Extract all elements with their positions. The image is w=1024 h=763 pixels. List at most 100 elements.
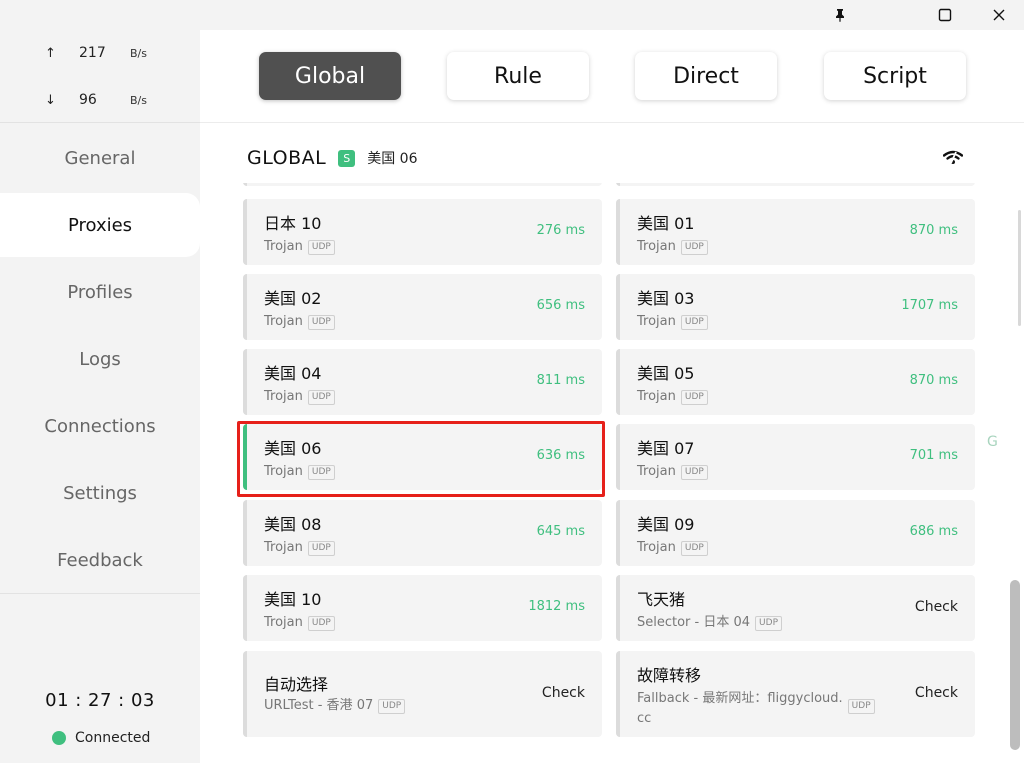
- scrollbar-thumb[interactable]: [1010, 580, 1020, 750]
- proxy-type: Trojan UDP: [637, 312, 708, 332]
- proxy-type: URLTest - 香港 07 UDP: [264, 696, 406, 716]
- nav-logs[interactable]: Logs: [0, 327, 200, 391]
- proxy-type-line2: cc: [637, 711, 652, 726]
- udp-badge: UDP: [307, 615, 335, 631]
- proxy-delay[interactable]: 656 ms: [537, 298, 585, 313]
- download-value: 96: [79, 92, 97, 108]
- proxy-delay[interactable]: 276 ms: [537, 223, 585, 238]
- proxy-type: Trojan UDP: [637, 237, 708, 257]
- proxy-card[interactable]: 美国 09 Trojan UDP 686 ms: [616, 500, 975, 566]
- proxy-card[interactable]: 美国 07 Trojan UDP 701 ms: [616, 424, 975, 490]
- proxy-type-label: Selector - 日本 04: [637, 615, 751, 630]
- status-label: Connected: [75, 730, 151, 746]
- udp-badge: UDP: [307, 314, 335, 330]
- proxy-card[interactable]: 美国 05 Trojan UDP 870 ms: [616, 349, 975, 415]
- traffic-monitor: ↑ 217 B/s ↓ 96 B/s: [0, 30, 200, 123]
- proxy-name: 美国 03: [637, 289, 695, 308]
- udp-badge: UDP: [680, 314, 708, 330]
- proxy-type-label: Trojan: [637, 239, 676, 254]
- proxy-delay[interactable]: 1707 ms: [901, 298, 958, 313]
- proxy-type-label: Trojan: [264, 540, 303, 555]
- connection-status: Connected: [52, 730, 150, 746]
- mode-global-button[interactable]: Global: [259, 52, 401, 100]
- proxy-card[interactable]: 美国 04 Trojan UDP 811 ms: [243, 349, 602, 415]
- nav-feedback[interactable]: Feedback: [0, 528, 200, 592]
- proxy-delay[interactable]: 645 ms: [537, 524, 585, 539]
- proxy-delay[interactable]: 870 ms: [910, 373, 958, 388]
- card-indicator: [243, 500, 247, 566]
- check-button[interactable]: Check: [542, 685, 585, 701]
- mode-direct-button[interactable]: Direct: [635, 52, 777, 100]
- proxy-card[interactable]: 日本 10 Trojan UDP 276 ms: [243, 199, 602, 265]
- edge-letter: G: [987, 434, 998, 450]
- proxy-group-header[interactable]: GLOBAL S 美国 06: [247, 146, 417, 170]
- udp-badge: UDP: [755, 615, 782, 631]
- window-edge-marker: [1018, 210, 1021, 326]
- close-icon[interactable]: [976, 0, 1022, 30]
- udp-badge: UDP: [378, 698, 406, 714]
- proxy-name: 美国 09: [637, 515, 695, 534]
- proxy-delay[interactable]: 701 ms: [910, 448, 958, 463]
- proxy-type: Trojan UDP: [264, 613, 335, 633]
- proxy-card-clipped[interactable]: [616, 183, 975, 186]
- proxy-card[interactable]: 美国 10 Trojan UDP 1812 ms: [243, 575, 602, 641]
- udp-badge: UDP: [680, 464, 708, 480]
- proxy-name: 美国 05: [637, 364, 695, 383]
- proxy-name: 美国 01: [637, 214, 695, 233]
- proxy-group-card[interactable]: 飞天猪 Selector - 日本 04 UDP Check: [616, 575, 975, 641]
- proxy-type-label: Trojan: [637, 389, 676, 404]
- upload-arrow-icon: ↑: [45, 45, 56, 61]
- card-indicator: [243, 199, 247, 265]
- upload-value: 217: [79, 45, 106, 61]
- proxy-type-label: Trojan: [264, 615, 303, 630]
- nav-settings[interactable]: Settings: [0, 461, 200, 525]
- proxy-delay[interactable]: 870 ms: [910, 223, 958, 238]
- latency-test-icon[interactable]: [941, 147, 965, 167]
- proxy-type-label: Trojan: [637, 540, 676, 555]
- proxy-type: Trojan UDP: [264, 312, 335, 332]
- mode-script-button[interactable]: Script: [824, 52, 966, 100]
- card-indicator: [616, 575, 620, 641]
- proxy-card[interactable]: 美国 01 Trojan UDP 870 ms: [616, 199, 975, 265]
- selection-highlight-box: [237, 421, 605, 497]
- upload-speed: ↑ 217 B/s: [45, 43, 147, 63]
- proxy-delay[interactable]: 686 ms: [910, 524, 958, 539]
- proxy-type: Trojan UDP: [637, 462, 708, 482]
- nav-general[interactable]: General: [0, 126, 200, 190]
- proxy-delay[interactable]: 811 ms: [537, 373, 585, 388]
- proxy-group-card[interactable]: 自动选择 URLTest - 香港 07 UDP Check: [243, 651, 602, 737]
- maximize-icon[interactable]: [922, 0, 968, 30]
- connection-timer: 01 : 27 : 03: [45, 690, 155, 711]
- proxy-card[interactable]: 美国 03 Trojan UDP 1707 ms: [616, 274, 975, 340]
- proxy-type-label: Trojan: [637, 464, 676, 479]
- pin-icon[interactable]: [817, 0, 863, 30]
- proxy-type: Selector - 日本 04 UDP: [637, 613, 782, 633]
- udp-badge: UDP: [680, 239, 708, 255]
- nav-proxies[interactable]: Proxies: [0, 193, 200, 257]
- udp-badge: UDP: [847, 699, 875, 714]
- download-unit: B/s: [130, 93, 147, 107]
- group-type-badge: S: [338, 149, 356, 167]
- proxy-type: Trojan UDP: [264, 538, 335, 558]
- proxy-group-card[interactable]: 故障转移 Fallback - 最新网址：fliggycloud. cc UDP…: [616, 651, 975, 737]
- proxy-type-label: Trojan: [264, 239, 303, 254]
- proxy-type: Trojan UDP: [264, 237, 335, 257]
- proxy-delay[interactable]: 1812 ms: [528, 599, 585, 614]
- check-button[interactable]: Check: [915, 685, 958, 701]
- proxy-type-label: Trojan: [264, 389, 303, 404]
- check-button[interactable]: Check: [915, 599, 958, 615]
- nav-profiles[interactable]: Profiles: [0, 260, 200, 324]
- card-indicator: [616, 349, 620, 415]
- proxy-card[interactable]: 美国 02 Trojan UDP 656 ms: [243, 274, 602, 340]
- nav-connections[interactable]: Connections: [0, 394, 200, 458]
- status-dot-icon: [52, 731, 66, 745]
- proxy-card-clipped[interactable]: [243, 183, 602, 186]
- sidebar: ↑ 217 B/s ↓ 96 B/s General Proxies Profi…: [0, 30, 200, 763]
- udp-badge: UDP: [307, 389, 335, 405]
- proxy-type-label: Trojan: [637, 314, 676, 329]
- udp-badge: UDP: [680, 389, 708, 405]
- udp-badge: UDP: [307, 239, 335, 255]
- mode-rule-button[interactable]: Rule: [447, 52, 589, 100]
- proxy-card[interactable]: 美国 08 Trojan UDP 645 ms: [243, 500, 602, 566]
- card-indicator: [243, 349, 247, 415]
